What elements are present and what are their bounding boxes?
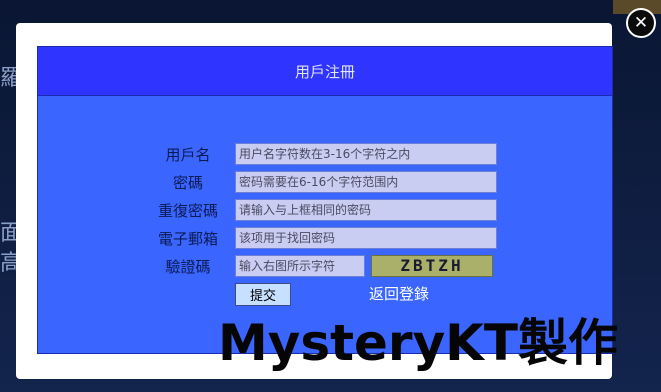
username-row: 用戶名 [38, 143, 612, 167]
captcha-input[interactable] [235, 255, 365, 277]
confirm-password-row: 重復密碼 [38, 199, 612, 223]
close-icon: ✕ [633, 13, 649, 33]
confirm-password-label: 重復密碼 [157, 202, 218, 220]
back-to-login-link[interactable]: 返回登錄 [369, 283, 429, 305]
dialog-title: 用戶注冊 [38, 47, 612, 96]
confirm-password-input[interactable] [235, 199, 497, 221]
username-input[interactable] [235, 143, 497, 165]
register-form-panel: 用戶注冊 用戶名 密碼 重復密碼 電子郵箱 驗證碼 ZBTZH 提交 返回登錄 [37, 46, 613, 354]
email-label: 電子郵箱 [157, 230, 218, 248]
close-button[interactable]: ✕ [626, 8, 656, 38]
author-watermark: MysteryKT製作 [218, 314, 619, 372]
password-label: 密碼 [172, 174, 203, 192]
captcha-label: 驗證碼 [165, 258, 211, 276]
username-label: 用戶名 [165, 146, 211, 164]
email-input[interactable] [235, 227, 497, 249]
captcha-image[interactable]: ZBTZH [371, 255, 493, 277]
password-row: 密碼 [38, 171, 612, 195]
email-row: 電子郵箱 [38, 227, 612, 251]
captcha-row: 驗證碼 ZBTZH [38, 255, 612, 279]
password-input[interactable] [235, 171, 497, 193]
submit-button[interactable]: 提交 [235, 283, 291, 306]
actions-row: 提交 返回登錄 [38, 283, 612, 307]
